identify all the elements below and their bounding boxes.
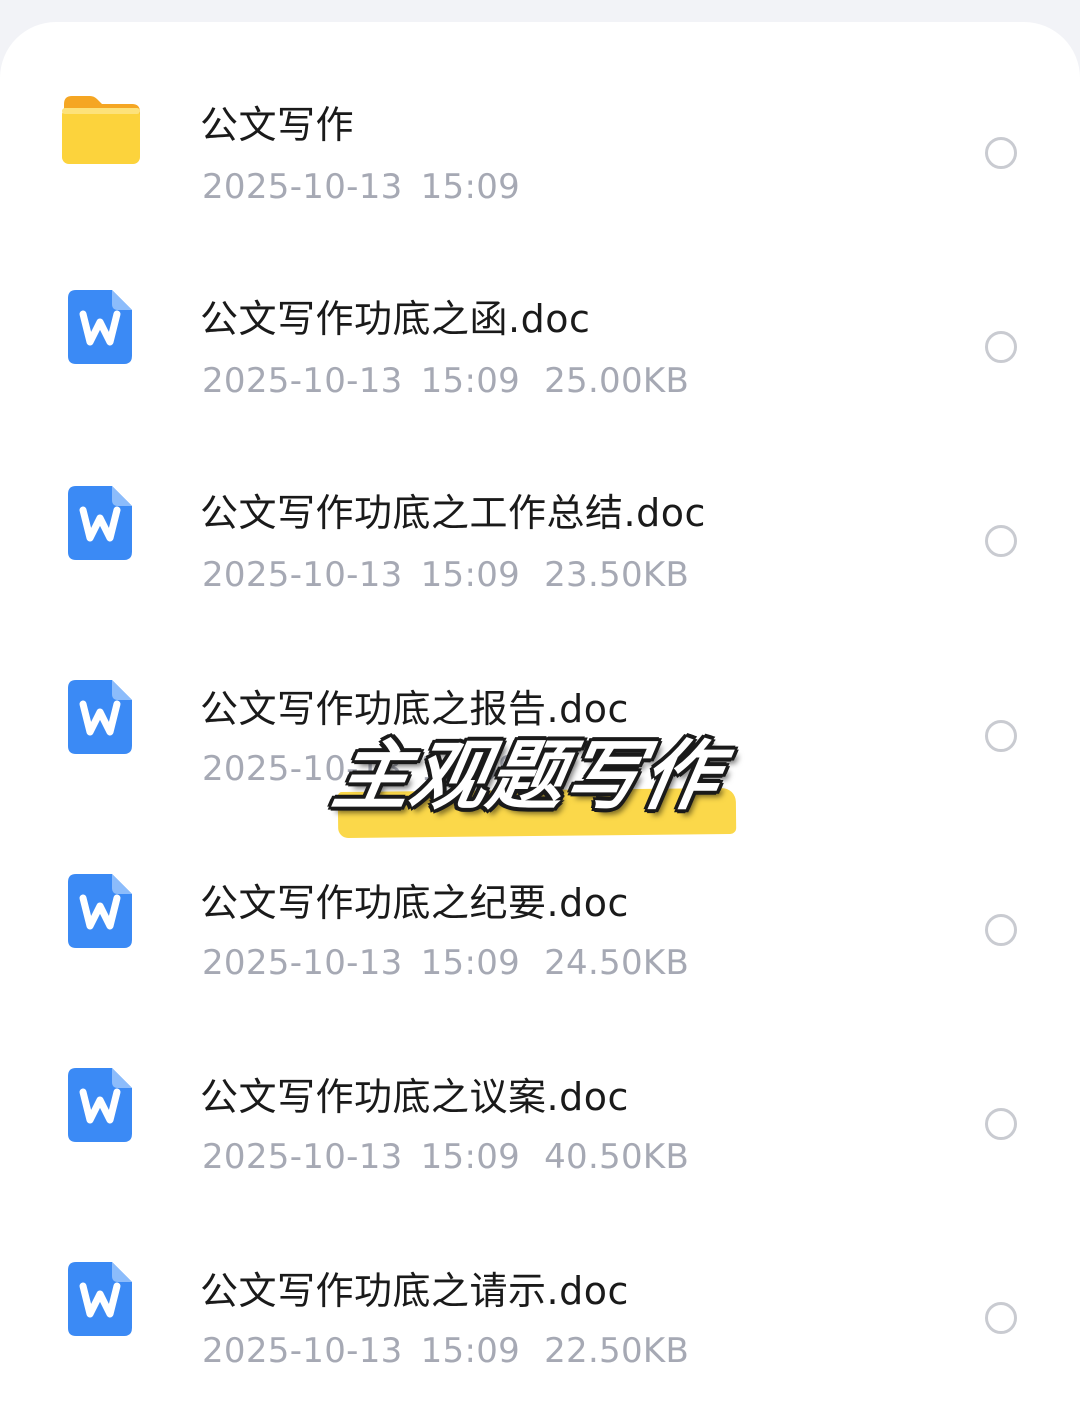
- select-radio-icon[interactable]: [985, 525, 1017, 557]
- file-size: 40.50KB: [544, 1137, 690, 1177]
- select-radio-icon[interactable]: [985, 137, 1017, 169]
- select-radio-icon[interactable]: [985, 914, 1017, 946]
- list-item[interactable]: 公文写作 2025-10-13 15:09: [0, 36, 1080, 230]
- file-date: 2025-10-13: [202, 167, 403, 207]
- file-time: 15:09: [420, 167, 521, 207]
- file-meta: 2025-10-13 15:09 40.50KB: [202, 1136, 689, 1178]
- file-date: 2025-10-13: [202, 1137, 403, 1177]
- file-time: 15:09: [420, 1331, 521, 1371]
- list-item[interactable]: 公文写作功底之工作总结.doc 2025-10-13 15:09 23.50KB: [0, 424, 1080, 618]
- file-size: 25.00KB: [544, 361, 690, 401]
- word-doc-icon: [68, 680, 132, 754]
- word-doc-icon: [68, 486, 132, 560]
- list-item[interactable]: 公文写作功底之函.doc 2025-10-13 15:09 25.00KB: [0, 230, 1080, 424]
- word-doc-icon: [68, 290, 132, 364]
- file-size: 22.50KB: [544, 1331, 690, 1371]
- file-meta: 2025-10-13 15:09 23.50KB: [202, 554, 689, 596]
- file-time: 15:09: [420, 361, 521, 401]
- list-item[interactable]: 公文写作功底之议案.doc 2025-10-13 15:09 40.50KB: [0, 1006, 1080, 1200]
- file-date: 2025-10-13: [202, 555, 403, 595]
- folder-icon: [60, 94, 142, 166]
- file-date: 2025-10-13: [202, 361, 403, 401]
- word-doc-icon: [68, 1068, 132, 1142]
- file-size: 24.50KB: [544, 943, 690, 983]
- select-radio-icon[interactable]: [985, 720, 1017, 752]
- file-meta: 2025-10-13 15:09: [202, 166, 520, 208]
- file-meta: 2025-10-13 15:09 24.50KB: [202, 942, 689, 984]
- file-name: 公文写作功底之议案.doc: [200, 1075, 629, 1119]
- select-radio-icon[interactable]: [985, 1108, 1017, 1140]
- file-meta: 2025-10-13 15:09 22.50KB: [202, 1330, 689, 1372]
- file-time: 15:09: [420, 1137, 521, 1177]
- list-item[interactable]: 公文写作功底之请示.doc 2025-10-13 15:09 22.50KB: [0, 1200, 1080, 1394]
- file-date: 2025-10-13: [202, 943, 403, 983]
- file-name: 公文写作功底之请示.doc: [200, 1269, 629, 1313]
- caption-text: 主观题写作: [327, 731, 728, 820]
- file-name: 公文写作功底之工作总结.doc: [200, 491, 706, 535]
- caption-overlay: 主观题写作: [327, 710, 770, 840]
- select-radio-icon[interactable]: [985, 331, 1017, 363]
- select-radio-icon[interactable]: [985, 1302, 1017, 1334]
- file-name: 公文写作功底之函.doc: [200, 297, 591, 341]
- file-date: 2025-10-13: [202, 1331, 403, 1371]
- file-name: 公文写作功底之纪要.doc: [200, 881, 629, 925]
- file-meta: 2025-10-13 15:09 25.00KB: [202, 360, 689, 402]
- word-doc-icon: [68, 874, 132, 948]
- file-size: 23.50KB: [544, 555, 690, 595]
- file-time: 15:09: [420, 555, 521, 595]
- file-time: 15:09: [420, 943, 521, 983]
- file-name: 公文写作: [200, 103, 355, 147]
- word-doc-icon: [68, 1262, 132, 1336]
- list-item[interactable]: 公文写作功底之纪要.doc 2025-10-13 15:09 24.50KB: [0, 812, 1080, 1006]
